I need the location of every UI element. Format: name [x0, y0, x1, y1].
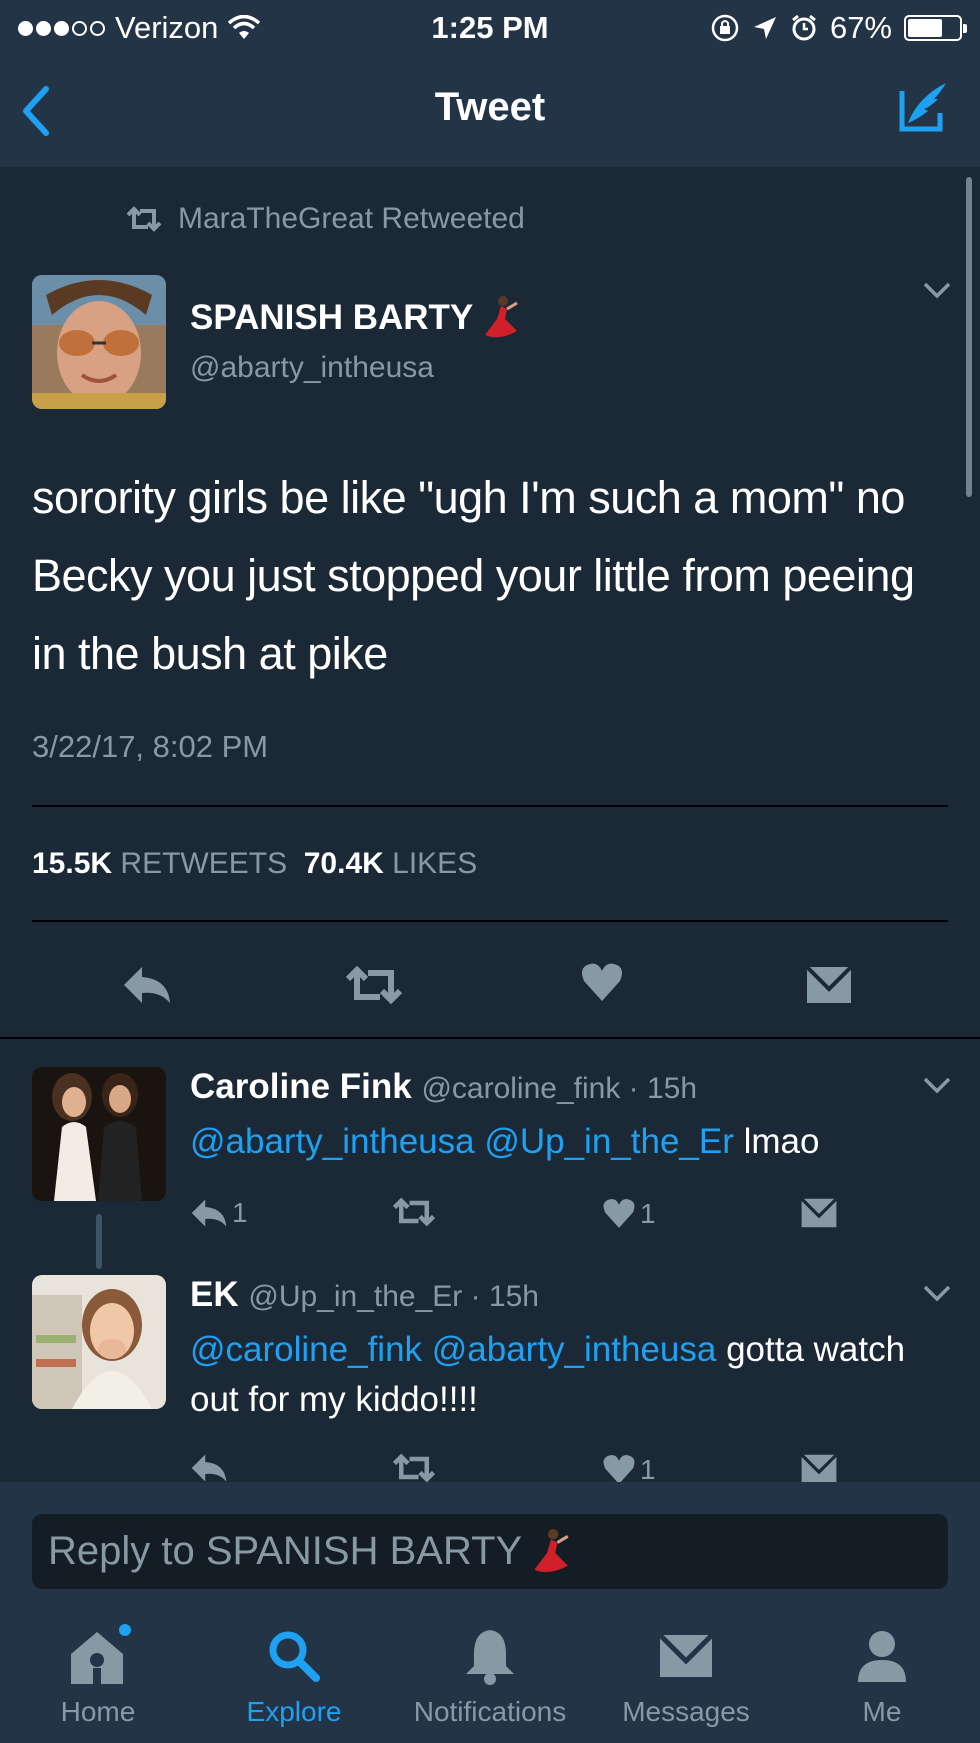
compose-tweet-button[interactable] [894, 77, 954, 137]
tweet-timestamp: 3/22/17, 8:02 PM [32, 729, 269, 764]
author-name[interactable]: SPANISH BARTY [190, 298, 473, 338]
likes-label: LIKES [392, 847, 478, 880]
like-count: 1 [640, 1454, 656, 1482]
tab-messages[interactable]: Messages [588, 1624, 784, 1728]
dancer-emoji-icon [534, 1528, 569, 1572]
search-icon [269, 1631, 320, 1682]
thread-connector [96, 1214, 102, 1269]
page-title: Tweet [434, 85, 546, 129]
alarm-icon [792, 14, 816, 41]
tab-me[interactable]: Me [784, 1624, 980, 1728]
reply-meta: @Up_in_the_Er · 15h [248, 1280, 539, 1313]
rotation-lock-icon [711, 14, 739, 42]
author-avatar[interactable] [32, 275, 166, 409]
tab-bar: Home Explore Notifications Messages Me [0, 1604, 980, 1743]
reply-author-name[interactable]: EK [190, 1275, 239, 1314]
reply-input[interactable]: Reply to SPANISH BARTY [32, 1514, 948, 1589]
tweet-actions [0, 957, 980, 1017]
direct-message-icon[interactable] [800, 1453, 838, 1482]
tab-notifications[interactable]: Notifications [392, 1624, 588, 1728]
divider [32, 805, 948, 807]
reply-placeholder: Reply to SPANISH BARTY [48, 1529, 523, 1573]
retweet-icon[interactable] [390, 1453, 438, 1482]
like-icon[interactable] [602, 1197, 636, 1231]
reply-author-name[interactable]: Caroline Fink [190, 1067, 412, 1106]
tweet-detail[interactable]: MaraTheGreat Retweeted SPANISH BARTY @ab… [0, 167, 980, 1482]
tweet-stats[interactable]: 15.5K RETWEETS 70.4K LIKES [32, 847, 477, 881]
battery-icon [904, 15, 967, 41]
author-handle[interactable]: @abarty_intheusa [190, 351, 521, 385]
person-icon [858, 1631, 906, 1682]
reply-text: @abarty_intheusa @Up_in_the_Er lmao [190, 1117, 950, 1167]
reply-bar: Reply to SPANISH BARTY [0, 1482, 980, 1604]
like-icon[interactable] [580, 961, 624, 1005]
reply-icon[interactable] [190, 1198, 228, 1228]
retweet-icon [126, 206, 162, 232]
retweets-count: 15.5K [32, 847, 113, 880]
retweeted-by: MaraTheGreat Retweeted [124, 202, 525, 236]
divider [0, 1037, 980, 1039]
reply-body: lmao [733, 1122, 820, 1161]
scrollbar[interactable] [966, 177, 972, 497]
reply-actions: 1 1 [190, 1197, 870, 1237]
like-icon[interactable] [602, 1453, 636, 1482]
envelope-icon [658, 1633, 714, 1677]
likes-count: 70.4K [303, 847, 384, 880]
divider [32, 920, 948, 922]
battery-percent: 67% [829, 10, 892, 45]
tab-explore[interactable]: Explore [196, 1624, 392, 1728]
home-icon [71, 1624, 131, 1684]
retweeted-by-label: MaraTheGreat Retweeted [178, 202, 525, 235]
direct-message-icon[interactable] [800, 1197, 838, 1229]
chevron-down-icon[interactable] [922, 280, 952, 300]
direct-message-icon[interactable] [805, 965, 853, 1005]
reply-mentions[interactable]: @abarty_intheusa @Up_in_the_Er [190, 1122, 734, 1161]
reply-actions: 1 [190, 1453, 870, 1482]
tab-label: Notifications [413, 1696, 567, 1727]
retweet-icon[interactable] [344, 965, 404, 1005]
dancer-emoji-icon [485, 296, 519, 338]
chevron-down-icon[interactable] [922, 1283, 952, 1303]
reply-avatar[interactable] [32, 1067, 166, 1201]
tab-label: Explore [246, 1696, 342, 1727]
retweets-label: RETWEETS [120, 847, 288, 880]
status-bar: Verizon 1:25 PM 67% [0, 0, 980, 55]
reply-mentions[interactable]: @caroline_fink @abarty_intheusa [190, 1330, 716, 1369]
tab-label: Messages [622, 1696, 750, 1727]
bell-icon [466, 1630, 514, 1685]
like-count: 1 [640, 1198, 656, 1229]
tweet-text: sorority girls be like "ugh I'm such a m… [32, 472, 915, 679]
reply-icon[interactable] [122, 965, 172, 1005]
reply-count: 1 [232, 1197, 248, 1228]
location-icon [753, 17, 776, 39]
tab-label: Me [862, 1696, 902, 1727]
reply-text: @caroline_fink @abarty_intheusa gotta wa… [190, 1325, 950, 1425]
reply-avatar[interactable] [32, 1275, 166, 1409]
navigation-bar: Tweet [0, 55, 980, 167]
reply-icon[interactable] [190, 1453, 228, 1482]
retweet-icon[interactable] [390, 1197, 438, 1227]
tab-home[interactable]: Home [0, 1624, 196, 1728]
chevron-down-icon[interactable] [922, 1075, 952, 1095]
reply-meta: @caroline_fink · 15h [421, 1072, 698, 1105]
tab-label: Home [60, 1696, 136, 1727]
